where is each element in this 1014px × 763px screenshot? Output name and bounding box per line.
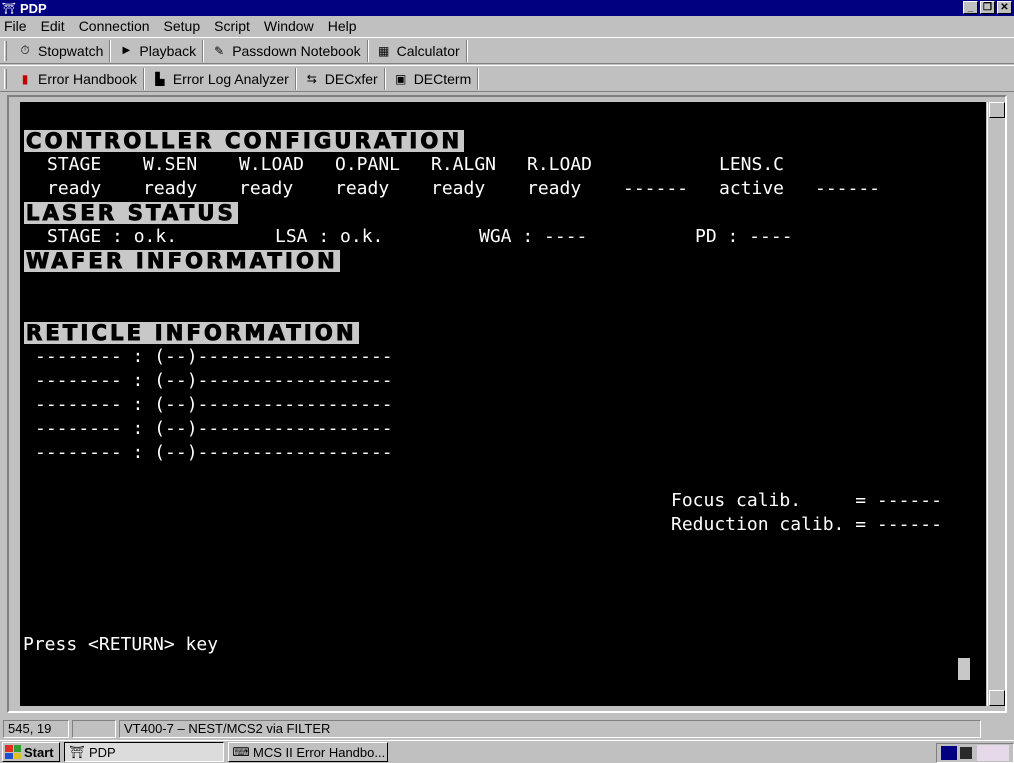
menu-connection[interactable]: Connection <box>79 18 150 34</box>
system-tray <box>936 743 1014 763</box>
cursor-position: 545, 19 <box>3 719 69 738</box>
monitor-icon[interactable] <box>959 746 973 760</box>
wafer-information-header: WAFER INFORMATION <box>24 249 340 273</box>
app-icon: ⛩ <box>69 745 85 759</box>
decterm-button[interactable]: ▣ DECterm <box>389 67 479 90</box>
menu-edit[interactable]: Edit <box>41 18 65 34</box>
start-label: Start <box>24 744 54 760</box>
playback-label: Playback <box>139 42 197 59</box>
reduction-calib: Reduction calib. = ------ <box>671 514 942 535</box>
taskbar-item-label: MCS II Error Handbo... <box>253 744 386 760</box>
unit-state: ------ <box>815 178 881 199</box>
unit-state: ready <box>335 178 390 199</box>
connection-status: VT400-7 – NEST/MCS2 via FILTER <box>119 719 981 738</box>
unit-state: ready <box>527 178 582 199</box>
unit-label: W.SEN <box>143 154 198 175</box>
unit-label: LENS.C <box>719 154 785 175</box>
menu-bar: File Edit Connection Setup Script Window… <box>0 16 1014 36</box>
calculator-icon: ▦ <box>377 43 390 58</box>
unit-label: O.PANL <box>335 154 401 175</box>
vertical-scrollbar[interactable] <box>987 102 1005 706</box>
taskbar-item-error-handbook[interactable]: ⌨ MCS II Error Handbo... <box>228 742 388 762</box>
menu-script[interactable]: Script <box>214 18 250 34</box>
book-icon: ▮ <box>21 71 29 86</box>
transfer-icon: ⇆ <box>306 71 317 86</box>
restore-button[interactable]: ❐ <box>980 1 995 14</box>
notebook-pen-icon: ✎ <box>214 43 225 58</box>
calculator-button[interactable]: ▦ Calculator <box>372 39 467 62</box>
reticle-row: -------- : (--)------------------ <box>35 346 393 367</box>
reticle-row: -------- : (--)------------------ <box>35 370 393 391</box>
toolbar-grip[interactable] <box>4 68 7 89</box>
error-log-analyzer-button[interactable]: ▙ Error Log Analyzer <box>148 67 296 90</box>
stopwatch-label: Stopwatch <box>38 42 104 59</box>
menu-help[interactable]: Help <box>328 18 357 34</box>
menu-setup[interactable]: Setup <box>164 18 201 34</box>
status-pane-empty <box>72 719 116 738</box>
network-icon[interactable] <box>941 746 957 760</box>
passdown-notebook-label: Passdown Notebook <box>232 42 361 59</box>
error-log-analyzer-label: Error Log Analyzer <box>172 70 289 87</box>
toolbar-bottom: ▮ Error Handbook ▙ Error Log Analyzer ⇆ … <box>0 65 1014 92</box>
terminal-cursor <box>958 658 970 680</box>
toolbar-grip[interactable] <box>4 40 7 61</box>
scroll-up-arrow[interactable] <box>989 102 1005 118</box>
decxfer-label: DECxfer <box>324 70 378 87</box>
handbook-icon: ⌨ <box>232 745 250 759</box>
scroll-down-arrow[interactable] <box>989 690 1005 706</box>
start-button[interactable]: Start <box>2 742 60 762</box>
decxfer-button[interactable]: ⇆ DECxfer <box>300 67 385 90</box>
calculator-label: Calculator <box>396 42 460 59</box>
unit-label: R.LOAD <box>527 154 593 175</box>
reticle-information-header: RETICLE INFORMATION <box>24 321 359 345</box>
stopwatch-button[interactable]: ⏱ Stopwatch <box>13 39 111 62</box>
laser-lsa-status: LSA : o.k. <box>275 226 384 247</box>
taskbar-item-pdp[interactable]: ⛩ PDP <box>64 742 224 762</box>
play-icon: ▶ <box>122 45 131 56</box>
unit-label: STAGE <box>47 154 102 175</box>
close-button[interactable]: ✕ <box>997 1 1012 14</box>
unit-state: ready <box>143 178 198 199</box>
window-title: PDP <box>20 0 47 16</box>
unit-state: active <box>719 178 785 199</box>
clock[interactable] <box>977 745 1009 761</box>
return-prompt: Press <RETURN> key <box>23 634 219 655</box>
minimize-button[interactable]: _ <box>963 1 978 14</box>
taskbar: Start ⛩ PDP ⌨ MCS II Error Handbo... <box>0 740 1014 763</box>
menu-file[interactable]: File <box>4 18 27 34</box>
passdown-notebook-button[interactable]: ✎ Passdown Notebook <box>207 39 368 62</box>
title-bar: ⛩ PDP _ ❐ ✕ <box>0 0 1014 16</box>
unit-label: W.LOAD <box>239 154 305 175</box>
window-controls: _ ❐ ✕ <box>963 1 1012 14</box>
unit-label: R.ALGN <box>431 154 497 175</box>
unit-state: ready <box>431 178 486 199</box>
error-handbook-label: Error Handbook <box>38 70 137 87</box>
decterm-label: DECterm <box>413 70 472 87</box>
menu-window[interactable]: Window <box>264 18 314 34</box>
terminal-screen[interactable]: CONTROLLER CONFIGURATION STAGE W.SEN W.L… <box>20 102 986 706</box>
taskbar-item-label: PDP <box>89 744 116 760</box>
laser-wga-status: WGA : ---- <box>479 226 588 247</box>
toolbar-top: ⏱ Stopwatch ▶ Playback ✎ Passdown Notebo… <box>0 37 1014 64</box>
status-bar: 545, 19 VT400-7 – NEST/MCS2 via FILTER <box>0 718 1014 739</box>
laser-stage-status: STAGE : o.k. <box>47 226 178 247</box>
reticle-row: -------- : (--)------------------ <box>35 418 393 439</box>
unit-state: ready <box>47 178 102 199</box>
controller-configuration-header: CONTROLLER CONFIGURATION <box>24 129 465 153</box>
laser-pd-status: PD : ---- <box>695 226 793 247</box>
reticle-row: -------- : (--)------------------ <box>35 394 393 415</box>
windows-logo-icon <box>5 745 21 759</box>
reticle-row: -------- : (--)------------------ <box>35 442 393 463</box>
terminal-icon: ▣ <box>395 71 407 86</box>
error-handbook-button[interactable]: ▮ Error Handbook <box>13 67 144 90</box>
playback-button[interactable]: ▶ Playback <box>114 39 204 62</box>
bar-chart-icon: ▙ <box>155 71 165 86</box>
unit-state: ------ <box>623 178 689 199</box>
app-icon: ⛩ <box>2 2 16 15</box>
stopwatch-icon: ⏱ <box>20 43 30 57</box>
unit-state: ready <box>239 178 294 199</box>
laser-status-header: LASER STATUS <box>24 201 238 225</box>
focus-calib: Focus calib. = ------ <box>671 490 942 511</box>
